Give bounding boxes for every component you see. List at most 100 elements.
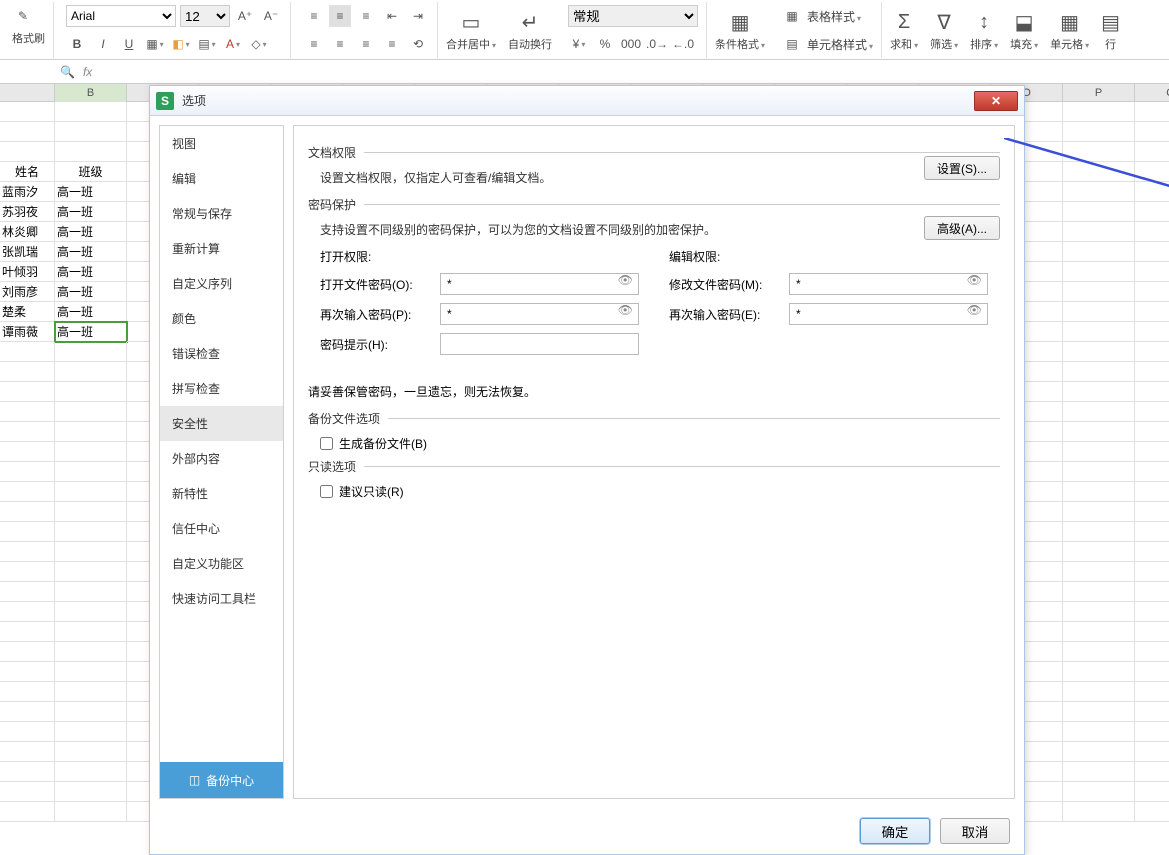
cell[interactable]: [1135, 522, 1169, 542]
close-button[interactable]: ✕: [974, 91, 1018, 111]
align-middle-icon[interactable]: ≡: [329, 5, 351, 27]
cell[interactable]: 谭雨薇: [0, 322, 55, 342]
cell[interactable]: [1063, 362, 1135, 382]
cell[interactable]: [1063, 402, 1135, 422]
sort-button[interactable]: ↕ 排序▾: [966, 2, 1002, 58]
cell[interactable]: [1135, 722, 1169, 742]
cell[interactable]: [1063, 742, 1135, 762]
cell[interactable]: [1063, 422, 1135, 442]
merge-center-button[interactable]: ▭ 合并居中▾: [442, 2, 500, 58]
cell[interactable]: 高一班: [55, 242, 127, 262]
cell[interactable]: [1063, 162, 1135, 182]
decrease-font-icon[interactable]: A⁻: [260, 5, 282, 27]
cell[interactable]: [55, 502, 127, 522]
cell[interactable]: 班级: [55, 162, 127, 182]
currency-icon[interactable]: ¥▾: [568, 33, 590, 55]
open-pwd-input[interactable]: [440, 273, 639, 295]
sidebar-item[interactable]: 自定义功能区: [160, 546, 283, 581]
cell[interactable]: [55, 622, 127, 642]
cell[interactable]: [1063, 562, 1135, 582]
cell[interactable]: [55, 562, 127, 582]
cell[interactable]: [55, 742, 127, 762]
cellshade-icon[interactable]: ▤▾: [196, 33, 218, 55]
cell[interactable]: [1063, 482, 1135, 502]
cell[interactable]: [0, 722, 55, 742]
cell[interactable]: [55, 702, 127, 722]
cell[interactable]: [1063, 462, 1135, 482]
cell[interactable]: [1135, 382, 1169, 402]
cell[interactable]: [1135, 242, 1169, 262]
cell[interactable]: 楚柔: [0, 302, 55, 322]
cell[interactable]: [0, 122, 55, 142]
cell[interactable]: [1063, 602, 1135, 622]
font-size-select[interactable]: 12: [180, 5, 230, 27]
cell[interactable]: [1135, 542, 1169, 562]
cell[interactable]: [55, 782, 127, 802]
cell[interactable]: [55, 642, 127, 662]
cell[interactable]: [1063, 682, 1135, 702]
col-header[interactable]: B: [55, 84, 127, 102]
sidebar-item[interactable]: 快速访问工具栏: [160, 581, 283, 616]
cell[interactable]: [0, 602, 55, 622]
align-bottom-icon[interactable]: ≡: [355, 5, 377, 27]
cell[interactable]: [1135, 402, 1169, 422]
cell[interactable]: [0, 462, 55, 482]
cell[interactable]: [1135, 602, 1169, 622]
cell[interactable]: [1135, 122, 1169, 142]
cell[interactable]: [0, 142, 55, 162]
format-brush-icon[interactable]: ✎: [12, 5, 34, 27]
modify-pwd-input[interactable]: [789, 273, 988, 295]
cell[interactable]: [55, 342, 127, 362]
sidebar-item[interactable]: 错误检查: [160, 336, 283, 371]
dec-dec-icon[interactable]: ←.0: [672, 33, 694, 55]
backup-checkbox[interactable]: [320, 437, 333, 450]
cell[interactable]: [1135, 742, 1169, 762]
cell[interactable]: [0, 382, 55, 402]
cell[interactable]: [0, 502, 55, 522]
cell[interactable]: 苏羽夜: [0, 202, 55, 222]
cell[interactable]: [0, 622, 55, 642]
cell[interactable]: [1063, 442, 1135, 462]
cell[interactable]: [0, 522, 55, 542]
cell[interactable]: [1135, 582, 1169, 602]
cell[interactable]: [55, 102, 127, 122]
sidebar-item[interactable]: 信任中心: [160, 511, 283, 546]
dec-inc-icon[interactable]: .0→: [646, 33, 668, 55]
cell[interactable]: [1063, 102, 1135, 122]
cell[interactable]: [1063, 662, 1135, 682]
pwd-advanced-button[interactable]: 高级(A)...: [924, 216, 1000, 240]
indent-dec-icon[interactable]: ⇤: [381, 5, 403, 27]
cell[interactable]: [55, 122, 127, 142]
cell[interactable]: [1063, 762, 1135, 782]
cell[interactable]: [1063, 522, 1135, 542]
cell[interactable]: 高一班: [55, 222, 127, 242]
cell[interactable]: [0, 682, 55, 702]
cell[interactable]: [1135, 702, 1169, 722]
cancel-button[interactable]: 取消: [940, 818, 1010, 844]
cell[interactable]: [0, 542, 55, 562]
cell[interactable]: [1063, 702, 1135, 722]
cell[interactable]: [1063, 622, 1135, 642]
cell[interactable]: [1135, 502, 1169, 522]
backup-center-button[interactable]: ◫ 备份中心: [160, 762, 283, 798]
cell[interactable]: [55, 522, 127, 542]
cell[interactable]: [1135, 302, 1169, 322]
magnify-icon[interactable]: 🔍: [60, 65, 75, 79]
cell[interactable]: [1063, 322, 1135, 342]
cell[interactable]: [1135, 642, 1169, 662]
percent-icon[interactable]: %: [594, 33, 616, 55]
cell[interactable]: [1135, 282, 1169, 302]
cell[interactable]: [55, 802, 127, 822]
cell[interactable]: 高一班: [55, 282, 127, 302]
cell[interactable]: [0, 642, 55, 662]
border-icon[interactable]: ▦▾: [144, 33, 166, 55]
cell[interactable]: [0, 362, 55, 382]
sidebar-item[interactable]: 外部内容: [160, 441, 283, 476]
cell[interactable]: [1063, 382, 1135, 402]
cell[interactable]: [1063, 142, 1135, 162]
align-justify-icon[interactable]: ≡: [381, 33, 403, 55]
sidebar-item[interactable]: 编辑: [160, 161, 283, 196]
cell[interactable]: [0, 662, 55, 682]
cell[interactable]: [0, 342, 55, 362]
cell[interactable]: [55, 542, 127, 562]
